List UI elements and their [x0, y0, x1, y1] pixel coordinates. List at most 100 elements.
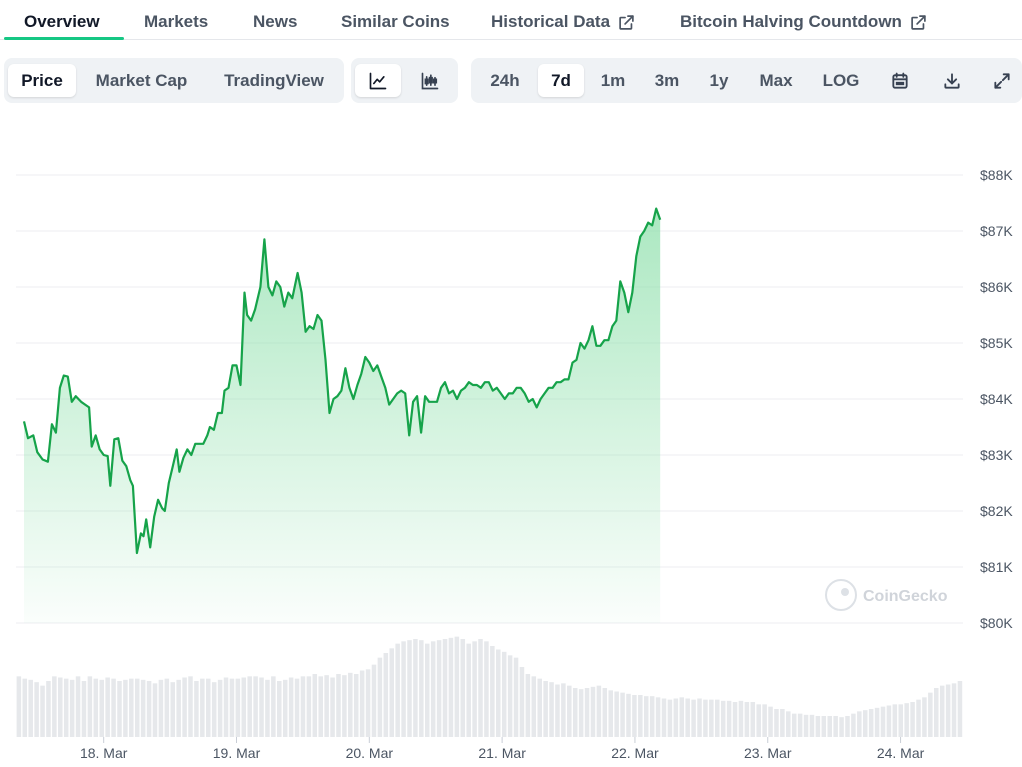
- volume-bar: [34, 682, 39, 737]
- range-1m-button[interactable]: 1m: [591, 64, 635, 97]
- range-1y-button[interactable]: 1y: [699, 64, 739, 97]
- tradingview-button[interactable]: TradingView: [211, 64, 337, 97]
- volume-bar: [608, 690, 613, 737]
- tab-historical-data[interactable]: Historical Data: [491, 6, 635, 38]
- volume-bar: [389, 648, 394, 737]
- market-cap-button[interactable]: Market Cap: [84, 64, 199, 97]
- volume-bar: [478, 639, 483, 737]
- volume-bar: [614, 691, 619, 737]
- log-scale-button[interactable]: LOG: [813, 64, 869, 97]
- volume-bar: [282, 679, 288, 737]
- volume-bar: [259, 677, 264, 737]
- volume-bar: [762, 704, 767, 737]
- x-tick-label: 18. Mar: [80, 745, 128, 761]
- y-tick-label: $86K: [980, 279, 1013, 295]
- volume-bar: [424, 643, 430, 737]
- volume-bar: [419, 640, 424, 737]
- range-selector: 24h 7d 1m 3m 1y Max LOG: [471, 58, 1022, 103]
- volume-bar: [590, 686, 596, 737]
- volume-bar: [211, 682, 217, 737]
- volume-bar: [945, 684, 951, 737]
- volume-bar: [75, 676, 81, 737]
- expand-button[interactable]: [981, 64, 1022, 97]
- volume-bar: [537, 678, 542, 737]
- volume-bar: [288, 677, 294, 737]
- candlestick-chart-button[interactable]: [407, 64, 453, 97]
- volume-bar: [839, 717, 844, 737]
- download-button[interactable]: [931, 64, 973, 97]
- y-tick-label: $82K: [980, 503, 1013, 519]
- volume-bar: [247, 676, 252, 737]
- volume-bar: [336, 674, 341, 737]
- volume-bar: [715, 699, 720, 737]
- y-tick-label: $81K: [980, 559, 1013, 575]
- volume-bar: [809, 714, 815, 737]
- x-tick-label: 20. Mar: [346, 745, 394, 761]
- range-7d-button[interactable]: 7d: [538, 64, 584, 97]
- range-24h-button[interactable]: 24h: [479, 64, 531, 97]
- active-tab-indicator: [4, 37, 124, 40]
- volume-bar: [697, 698, 702, 737]
- volume-bar: [371, 664, 377, 737]
- price-button[interactable]: Price: [8, 64, 76, 97]
- line-chart-button[interactable]: [355, 64, 401, 97]
- volume-bar: [578, 689, 584, 737]
- volume-bar: [217, 679, 223, 737]
- tab-label: Similar Coins: [341, 12, 450, 31]
- volume-bar: [685, 698, 690, 737]
- volume-bar: [774, 709, 779, 737]
- volume-bar: [543, 681, 548, 737]
- volume-bar: [294, 678, 300, 737]
- volume-bar: [513, 657, 519, 737]
- volume-bar: [868, 709, 874, 737]
- volume-bar: [691, 699, 696, 737]
- volume-bar: [265, 679, 270, 737]
- volume-bar: [626, 693, 631, 737]
- tab-similar-coins[interactable]: Similar Coins: [341, 6, 450, 38]
- volume-bar: [874, 707, 880, 737]
- range-3m-button[interactable]: 3m: [643, 64, 691, 97]
- volume-bar: [496, 649, 501, 737]
- tab-bitcoin-halving-countdown[interactable]: Bitcoin Halving Countdown: [680, 6, 927, 38]
- volume-bar: [584, 688, 590, 737]
- expand-icon: [994, 72, 1010, 89]
- volume-bar: [827, 716, 832, 737]
- volume-bar: [880, 706, 886, 737]
- volume-bar: [436, 640, 442, 737]
- tab-overview[interactable]: Overview: [24, 6, 100, 38]
- volume-bar: [129, 678, 134, 737]
- tab-news[interactable]: News: [253, 6, 297, 38]
- volume-bar: [567, 685, 572, 737]
- tab-label: News: [253, 12, 298, 31]
- volume-bar: [768, 706, 773, 737]
- price-chart[interactable]: $88K $87K $86K $85K $84K $83K $82K $81K $80K 18.…: [0, 120, 1022, 767]
- volume-bar: [726, 700, 732, 737]
- coingecko-watermark: CoinGecko: [825, 579, 948, 611]
- x-tick-label: 21. Mar: [478, 745, 526, 761]
- volume-bar: [649, 696, 655, 737]
- volume-bar: [898, 704, 904, 737]
- y-tick-label: $80K: [980, 615, 1013, 631]
- volume-bar: [851, 713, 856, 737]
- volume-bar: [448, 637, 454, 737]
- volume-bar: [886, 705, 892, 737]
- volume-bar: [596, 685, 602, 737]
- volume-bar: [253, 676, 258, 737]
- volume-bar: [111, 678, 116, 737]
- calendar-button[interactable]: [879, 64, 921, 97]
- volume-bar: [99, 679, 104, 737]
- volume-bar: [679, 697, 685, 737]
- volume-bar: [28, 679, 33, 737]
- download-icon: [944, 72, 960, 89]
- range-max-button[interactable]: Max: [747, 64, 805, 97]
- volume-bar: [407, 640, 412, 737]
- volume-bar: [857, 711, 862, 737]
- volume-bar: [383, 653, 389, 737]
- tab-markets[interactable]: Markets: [144, 6, 208, 38]
- volume-bar: [152, 683, 158, 737]
- volume-bar: [638, 695, 643, 737]
- volume-bar: [200, 678, 205, 737]
- volume-bar: [241, 677, 247, 737]
- volume-bar: [158, 679, 164, 737]
- volume-bar: [643, 696, 649, 737]
